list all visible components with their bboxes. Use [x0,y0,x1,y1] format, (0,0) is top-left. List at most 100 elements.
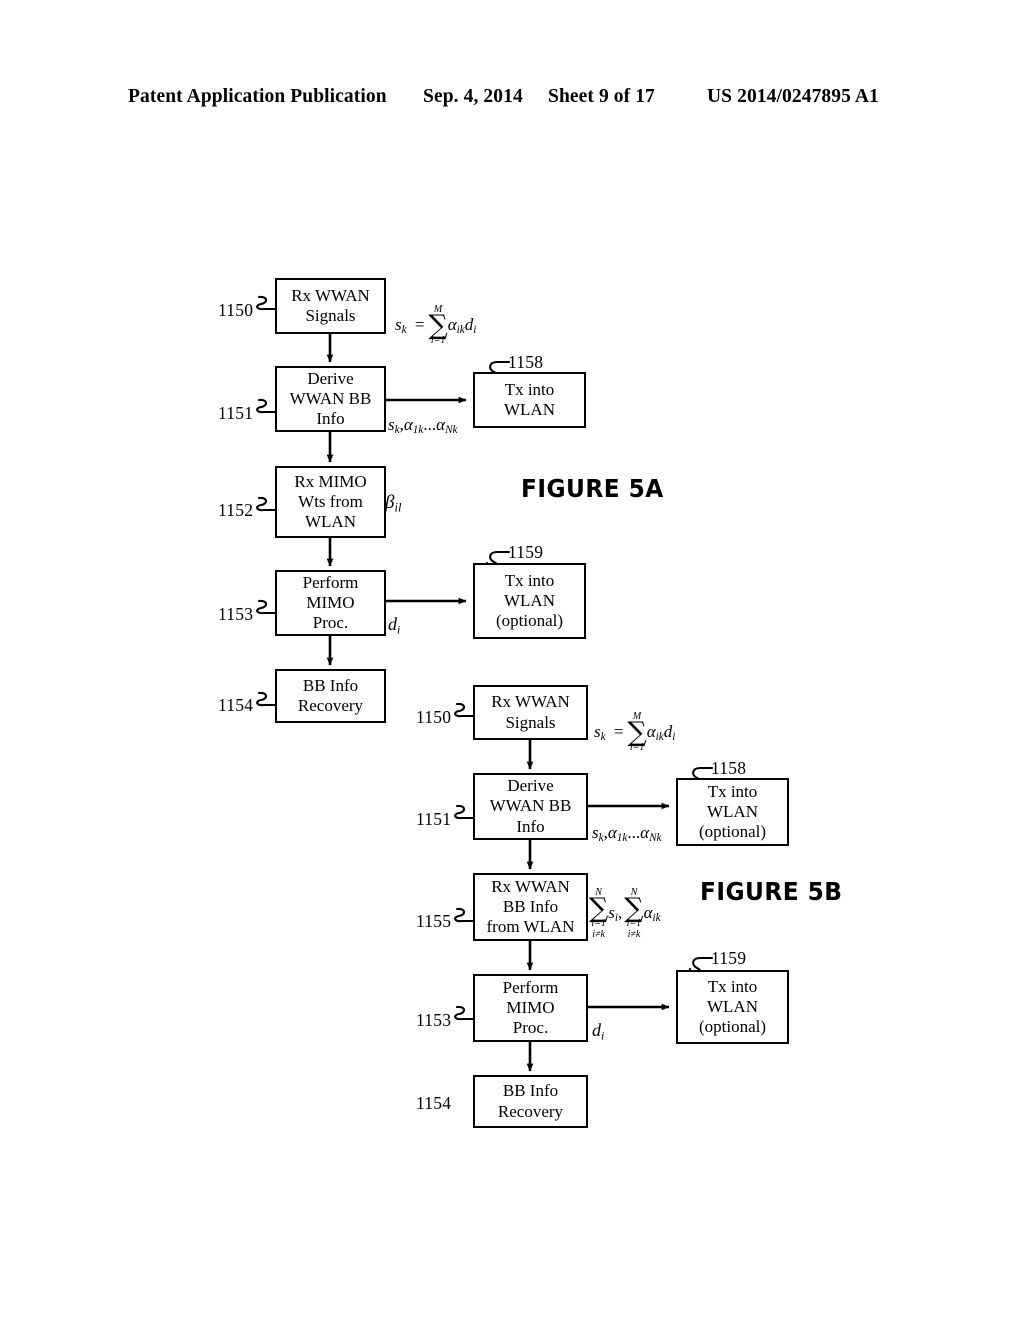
flow-box-1151-a-line-0: Derive [307,368,354,388]
flow-box-1158-b: Tx into WLAN (optional) [676,778,789,846]
dsum-term1: s [608,903,615,923]
lbl-a-alpha2: α [436,415,446,434]
ref-1150-a: 1150 [218,300,254,320]
lbl-b-d: d [592,1020,601,1040]
dsum-sigma-1-lower-l2: i≠k [592,928,605,940]
eq-a-term2: d [464,314,474,334]
flow-box-1153-a-line-2: Proc. [312,613,349,633]
flow-box-1150-b-line-0: Rx WWAN [491,692,570,712]
ref-1154-b: 1154 [416,1093,452,1113]
equation-sk-sum-b: sk = M ∑ i=1 αikdi [594,712,675,754]
flow-box-1159-a-line-2: (optional) [495,611,564,631]
flow-box-1152-a-line-1: Wts from [298,491,363,511]
eq-a-equals: = [414,314,425,334]
flow-box-1159-a-line-0: Tx into [504,570,555,590]
ref-1154-a: 1154 [218,695,254,715]
lbl-b-alpha1-sub: 1k [616,832,628,845]
header-patent-number: US 2014/0247895 A1 [707,86,879,107]
lbl-a-d-sub: i [397,622,401,637]
flow-box-1154-b-line-1: Recovery [497,1101,564,1121]
lbl-a-alpha1-sub: 1k [412,424,424,437]
lbl-a-alpha2-sub: Nk [445,424,458,437]
flow-box-1155-b-line-0: Rx WWAN [491,876,570,896]
eq-a-term1: α [447,314,457,334]
lbl-a-alpha1: α [403,415,413,434]
flow-box-1153-b-line-2: Proc. [512,1018,549,1038]
eq-a-lhs-sub: k [401,323,407,336]
flow-box-1152-a-line-2: WLAN [305,512,356,532]
dsum-comma: , [618,903,623,923]
flow-box-1151-b-line-0: Derive [507,776,554,796]
flow-box-1155-b: Rx WWAN BB Info from WLAN [473,873,588,941]
flow-box-1159-a: Tx into WLAN (optional) [473,563,586,639]
dsum-sigma-2-lower-l2: i≠k [627,928,641,940]
label-beta-il-a: βil [385,492,401,516]
equation-sk-sum-a: sk = M ∑ i=1 αikdi [395,305,476,347]
label-di-b: di [592,1020,604,1043]
flow-box-1153-a-line-0: Perform [302,572,359,592]
flow-box-1158-a: Tx into WLAN [473,372,586,428]
ref-1150-b: 1150 [416,707,452,727]
ref-1158-b: 1158 [711,758,747,778]
flow-box-1151-b: Derive WWAN BB Info [473,773,588,840]
flow-box-1154-b: BB Info Recovery [473,1075,588,1128]
flow-box-1154-a-line-0: BB Info [302,675,359,695]
flow-box-1152-a: Rx MIMO Wts from WLAN [275,466,386,538]
ref-1151-a: 1151 [218,403,254,423]
dsum-sigma-2: N ∑ i=1 i≠k [624,888,643,940]
eq-b-lhs-sub: k [600,730,606,743]
flow-box-1153-a-line-1: MIMO [306,592,355,612]
lbl-b-ellipsis: ... [627,823,641,842]
lbl-a-beta-sub: il [394,500,402,515]
eq-b-sigma: M ∑ i=1 [627,712,646,754]
dsum-sigma-2-glyph: ∑ [624,893,644,924]
flow-box-1151-b-line-2: Info [516,816,545,836]
ref-1159-a: 1159 [508,542,544,562]
lbl-a-d: d [388,614,397,634]
flow-box-1150-b-line-1: Signals [505,712,556,732]
flow-box-1151-a: Derive WWAN BB Info [275,366,386,432]
eq-a-sigma-glyph: ∑ [428,310,448,341]
flow-box-1158-b-line-2: (optional) [698,822,767,842]
flow-box-1158-a-line-1: WLAN [504,400,555,419]
flow-box-1150-a: Rx WWAN Signals [275,278,386,334]
flow-box-1158-b-line-0: Tx into [707,781,758,801]
lbl-b-s: s [592,823,599,842]
dsum-sigma-2-lower: i=1 i≠k [624,918,643,940]
eq-a-sigma-lower: i=1 [430,335,446,347]
lbl-b-alpha2-sub: Nk [649,832,662,845]
lbl-a-ellipsis: ... [423,415,437,434]
flow-box-1158-a-line-0: Tx into [504,379,555,399]
ref-1153-a: 1153 [218,604,254,624]
eq-b-term2-sub: i [672,730,676,743]
flow-box-1155-b-line-2: from WLAN [486,917,575,937]
dsum-sigma-1-lower-l1: i=1 [591,918,606,930]
dsum-sigma-1-glyph: ∑ [589,893,609,924]
flow-box-1151-b-line-1: WWAN BB [489,796,572,816]
eq-b-sigma-glyph: ∑ [627,717,647,748]
flow-box-1152-a-line-0: Rx MIMO [294,471,367,491]
eq-b-equals: = [613,721,624,741]
figure-caption-5a: FIGURE 5A [521,474,664,503]
header-publication-date: Sep. 4, 2014 [423,86,523,107]
header-sheet-number: Sheet 9 of 17 [548,86,655,107]
header-publication-title: Patent Application Publication [128,86,387,107]
flow-box-1153-a: Perform MIMO Proc. [275,570,386,636]
ref-1155-b: 1155 [416,911,452,931]
eq-b-term2: d [663,721,673,741]
flow-box-1159-a-line-1: WLAN [504,590,555,610]
flow-box-1153-b-line-0: Perform [502,977,559,997]
flow-box-1150-a-line-1: Signals [305,306,356,325]
flow-box-1154-a: BB Info Recovery [275,669,386,723]
flow-box-1158-b-line-1: WLAN [707,801,758,821]
label-di-a: di [388,614,400,637]
label-sk-alphas-a: sk,α1k...αNk [388,415,458,436]
eq-b-term1-sub: ik [655,730,664,743]
dsum-sigma-2-lower-l1: i=1 [626,918,642,930]
label-double-sum-b: N ∑ i=1 i≠k si, N ∑ i=1 i≠k αik [589,888,661,940]
flow-box-1155-b-line-1: BB Info [502,896,559,916]
eq-b-term1: α [646,721,656,741]
dsum-term2: α [643,903,653,923]
ref-1152-a: 1152 [218,500,254,520]
figure-caption-5b: FIGURE 5B [700,877,843,906]
